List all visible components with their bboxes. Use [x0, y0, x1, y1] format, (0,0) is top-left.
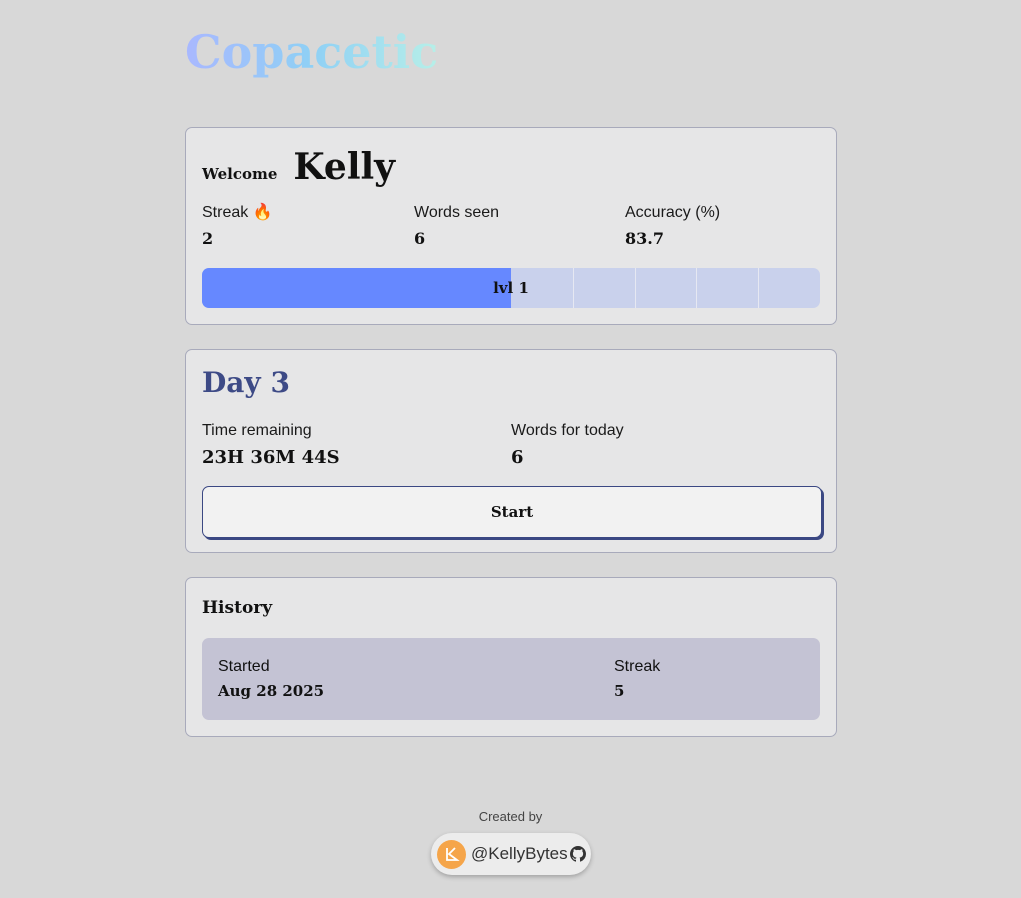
history-title: History: [202, 598, 273, 618]
time-remaining-stat: Time remaining 23H 36M 44S: [202, 421, 340, 468]
user-name: Kelly: [293, 146, 396, 188]
time-remaining-value: 23H 36M 44S: [202, 447, 340, 468]
day-card: Day 3 Time remaining 23H 36M 44S Words f…: [185, 349, 837, 553]
level-progress-bar: lvl 1: [202, 268, 820, 308]
author-link[interactable]: @KellyBytes: [431, 833, 591, 875]
welcome-heading: Welcome Kelly: [202, 146, 395, 188]
history-started: Started Aug 28 2025: [218, 657, 324, 700]
history-streak-label: Streak: [614, 658, 661, 675]
history-streak: Streak 5: [614, 657, 660, 700]
history-streak-value: 5: [614, 682, 625, 700]
accuracy-value: 83.7: [625, 229, 664, 248]
words-today-value: 6: [511, 447, 524, 468]
words-today-stat: Words for today 6: [511, 421, 624, 468]
start-button[interactable]: Start: [202, 486, 822, 538]
streak-value: 2: [202, 229, 214, 248]
history-started-value: Aug 28 2025: [218, 682, 325, 700]
history-card: History Started Aug 28 2025 Streak 5: [185, 577, 837, 737]
author-name: @KellyBytes: [471, 844, 568, 863]
accuracy-label: Accuracy (%): [625, 204, 721, 221]
github-icon: [569, 846, 586, 862]
avatar-logo-icon: [437, 839, 466, 869]
history-started-label: Started: [218, 658, 270, 675]
welcome-card: Welcome Kelly Streak 🔥 2 Words seen 6 Ac…: [185, 127, 837, 325]
day-title: Day 3: [202, 366, 290, 399]
time-remaining-label: Time remaining: [202, 422, 312, 439]
app-logo: Copacetic: [185, 25, 439, 79]
words-today-label: Words for today: [511, 422, 624, 439]
level-label: lvl 1: [493, 279, 529, 297]
words-seen-stat: Words seen 6: [414, 203, 499, 248]
streak-stat: Streak 🔥 2: [202, 203, 273, 248]
streak-label: Streak 🔥: [202, 204, 273, 221]
words-seen-value: 6: [414, 229, 426, 248]
created-by-label: Created by: [478, 809, 543, 824]
words-seen-label: Words seen: [414, 204, 500, 221]
welcome-label: Welcome: [202, 165, 278, 183]
history-entry: Started Aug 28 2025 Streak 5: [202, 638, 820, 720]
accuracy-stat: Accuracy (%) 83.7: [625, 203, 720, 248]
